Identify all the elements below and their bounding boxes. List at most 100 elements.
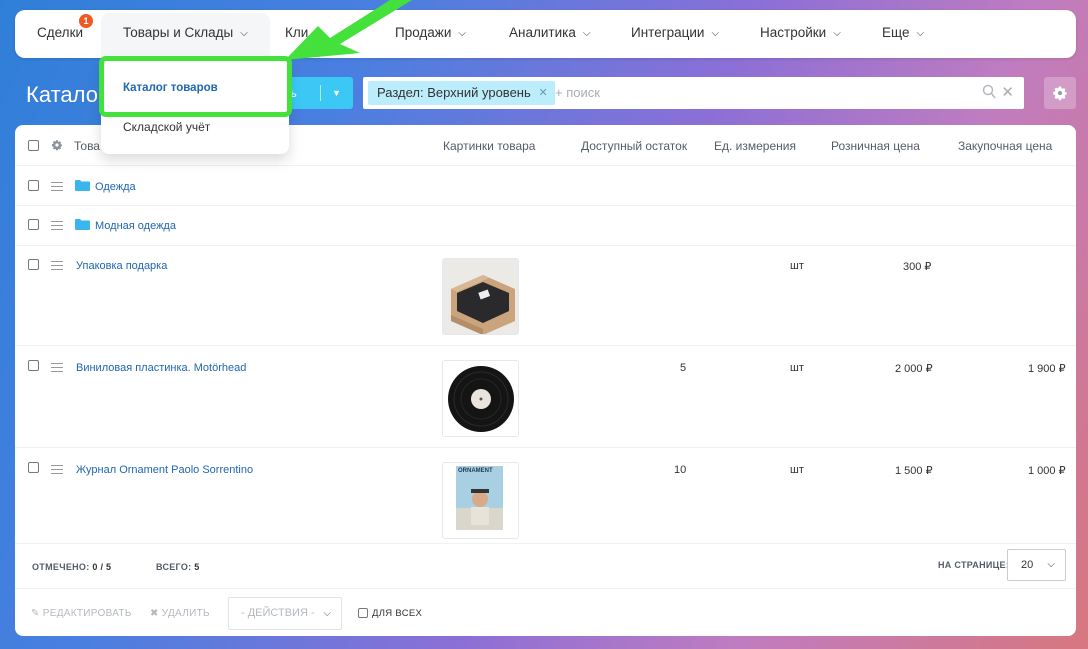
chevron-down-icon: ⌵ [240,28,248,39]
menu-item-warehouse[interactable]: Складской учёт [123,120,210,134]
for-all-label: ДЛЯ ВСЕХ [372,608,423,619]
header-purchase-price[interactable]: Закупочная цена [958,139,1052,153]
header-retail-price[interactable]: Розничная цена [831,139,920,153]
per-page-select[interactable]: 20 ⌵ [1007,549,1066,581]
nav-settings-label: Настройки [760,25,827,40]
drag-handle-icon[interactable] [51,363,63,372]
nav-deals[interactable]: Сделки 1 [37,10,94,58]
product-image-magazine[interactable]: ORNAMENT [442,462,519,539]
header-name[interactable]: Това [74,139,100,153]
actions-label: - ДЕЙСТВИЯ - [241,607,315,619]
per-page-value: 20 [1021,559,1034,571]
divider [15,447,1076,448]
drag-handle-icon[interactable] [51,261,63,270]
chevron-down-icon: ⌵ [1047,559,1055,570]
row-checkbox[interactable] [28,219,39,230]
row-checkbox[interactable] [28,462,39,473]
nav-goods-label: Товары и Склады [123,25,234,40]
delete-button[interactable]: ✖ УДАЛИТЬ [150,608,210,619]
vinyl-record-image [443,361,518,436]
header-images[interactable]: Картинки товара [443,139,535,153]
page-title: Каталог [26,82,106,107]
chevron-down-icon[interactable]: ▼ [332,77,341,109]
delete-label: УДАЛИТЬ [161,608,210,619]
divider [15,165,1076,166]
chevron-down-icon: ⌵ [833,28,841,39]
chevron-down-icon: ⌵ [916,28,925,39]
row-retail-price: 2 000 ₽ [895,363,933,375]
nav-more[interactable]: Еще ⌵ [882,10,924,58]
nav-integrations[interactable]: Интеграции ⌵ [631,10,719,58]
drag-handle-icon[interactable] [51,221,63,230]
divider [15,543,1076,544]
nav-more-label: Еще [882,25,910,40]
row-available: 5 [680,362,687,374]
search-input[interactable]: + поиск [555,85,600,100]
nav-clients[interactable]: Кли [285,10,308,58]
drag-handle-icon[interactable] [51,465,63,474]
chevron-down-icon: ⌵ [711,28,720,39]
total-counter: ВСЕГО: 5 [156,562,200,572]
filter-search-bar[interactable]: Раздел: Верхний уровень ✕ + поиск ✕ [363,77,1024,109]
divider [15,245,1076,246]
row-name-link[interactable]: Одежда [95,181,136,193]
marked-counter: ОТМЕЧЕНО: 0 / 5 [32,562,111,572]
row-unit: шт [790,362,804,374]
nav-clients-label: Кли [285,25,309,40]
nav-analytics-label: Аналитика [509,25,576,40]
row-name-link[interactable]: Упаковка подарка [76,260,167,272]
remove-filter-icon[interactable]: ✕ [539,81,548,105]
settings-button[interactable] [1044,77,1076,109]
divider [15,588,1076,589]
total-value: 5 [194,562,200,572]
gear-icon [1053,86,1067,101]
magazine-cover-image [443,463,518,538]
row-checkbox[interactable] [28,180,39,191]
edit-button[interactable]: ✎ РЕДАКТИРОВАТЬ [31,608,132,619]
drag-handle-icon[interactable] [51,182,63,191]
folder-icon [75,180,90,191]
edit-label: РЕДАКТИРОВАТЬ [42,608,132,619]
catalog-table-card: Това Картинки товара Доступный остаток Е… [15,125,1076,636]
nav-analytics[interactable]: Аналитика ⌵ [509,10,590,58]
row-checkbox[interactable] [28,360,39,371]
row-retail-price: 300 ₽ [903,261,932,273]
gift-box-image [443,259,518,334]
search-icon[interactable] [982,84,996,100]
row-name-link[interactable]: Модная одежда [95,220,176,232]
column-settings-gear-icon[interactable] [51,139,63,151]
product-image-vinyl[interactable] [442,360,519,437]
total-label: ВСЕГО: [156,562,192,572]
filter-chip[interactable]: Раздел: Верхний уровень ✕ [368,81,555,105]
row-name-link[interactable]: Журнал Ornament Paolo Sorrentino [76,464,253,476]
row-name-link[interactable]: Виниловая пластинка. Motörhead [76,362,246,374]
nav-sales-label: Продажи [395,25,452,40]
for-all-checkbox[interactable] [358,608,368,618]
select-all-checkbox[interactable] [28,140,39,151]
clear-icon[interactable]: ✕ [1001,83,1014,101]
actions-select[interactable]: - ДЕЙСТВИЯ - ⌵ [228,597,342,630]
top-navigation: Сделки 1 Товары и Склады ⌵ Кли Продажи ⌵ А… [15,10,1076,63]
header-available[interactable]: Доступный остаток [581,139,687,153]
row-unit: шт [790,260,804,272]
row-available: 10 [674,464,687,476]
divider [15,345,1076,346]
row-unit: шт [790,464,804,476]
chevron-down-icon: ⌵ [458,28,466,39]
product-image-gift-box[interactable] [442,258,519,335]
marked-value: 0 / 5 [92,562,112,572]
header-unit[interactable]: Ед. измерения [714,139,796,153]
row-checkbox[interactable] [28,259,39,270]
row-retail-price: 1 500 ₽ [895,465,933,477]
magazine-cover-title: ORNAMENT [458,468,493,474]
nav-settings[interactable]: Настройки ⌵ [760,10,841,58]
highlight-frame [99,56,292,117]
chevron-down-icon: ⌵ [323,608,331,619]
button-separator [320,85,321,101]
row-purchase-price: 1 000 ₽ [1028,465,1066,477]
nav-integrations-label: Интеграции [631,25,705,40]
nav-sales[interactable]: Продажи ⌵ [395,10,466,58]
row-purchase-price: 1 900 ₽ [1028,363,1066,375]
deals-counter-badge: 1 [79,14,94,28]
chevron-down-icon: ⌵ [582,28,591,39]
